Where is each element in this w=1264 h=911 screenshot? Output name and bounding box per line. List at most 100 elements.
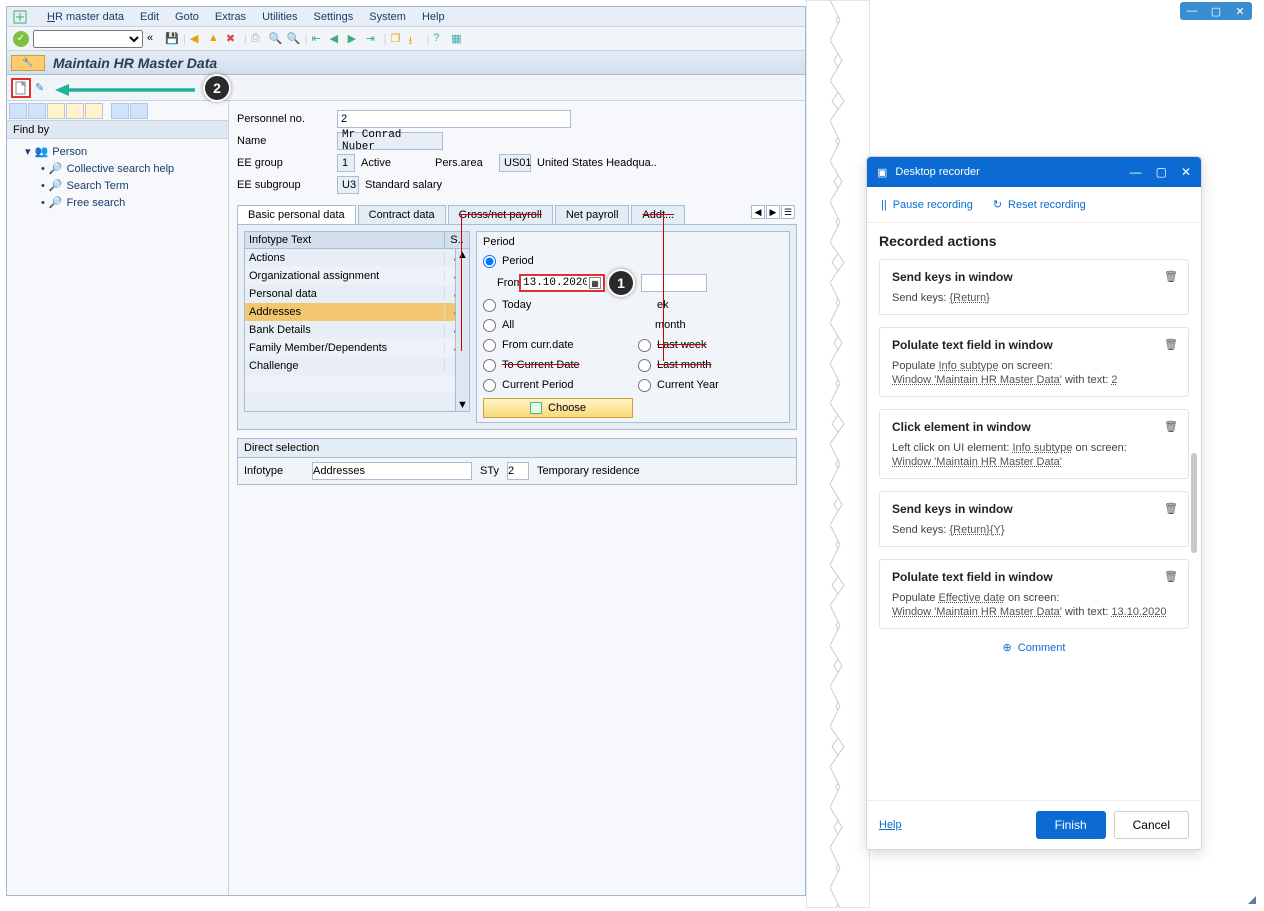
tab-basic[interactable]: Basic personal data (237, 205, 356, 224)
tab-list-icon[interactable]: ☰ (781, 205, 795, 219)
tab-left-icon[interactable]: ◀ (751, 205, 765, 219)
table-row[interactable]: Challenge (245, 357, 469, 375)
print-icon[interactable]: ⎙ (251, 32, 265, 46)
radio-period[interactable] (483, 255, 496, 268)
shortcut-icon[interactable]: ⭳ (408, 32, 422, 46)
command-field[interactable] (33, 30, 143, 48)
fav2-icon[interactable] (66, 103, 84, 119)
newwin-icon[interactable]: ❐ (390, 32, 404, 46)
first-icon[interactable]: ⇤ (312, 32, 326, 46)
menu-help[interactable]: Help (422, 11, 445, 23)
trash-icon[interactable]: 🗑 (1164, 420, 1178, 433)
radio-currperiod[interactable] (483, 379, 496, 392)
prev-icon[interactable]: ◀ (330, 32, 344, 46)
table-row[interactable]: Actions✓ (245, 249, 469, 267)
tree-item-searchterm[interactable]: • 🔎 Search Term (13, 177, 222, 194)
calendar-icon[interactable]: ▦ (589, 277, 601, 289)
input-infotype[interactable] (312, 462, 472, 480)
tree-item-freesearch[interactable]: • 🔎 Free search (13, 194, 222, 211)
action-card[interactable]: Polulate text field in window 🗑 Populate… (879, 559, 1189, 629)
trash-icon[interactable]: 🗑 (1164, 338, 1178, 351)
tab-net[interactable]: Net payroll (555, 205, 630, 224)
resize-grip-icon[interactable] (1248, 896, 1256, 904)
menu-extras[interactable]: Extras (215, 11, 246, 23)
table-row-selected[interactable]: Addresses✓ (245, 303, 469, 321)
scroll-up-icon[interactable]: ▲ (457, 249, 468, 261)
layout-icon[interactable]: ▦ (451, 32, 465, 46)
scrollbar[interactable]: ▲▼ (455, 249, 469, 411)
tab-right-icon[interactable]: ▶ (766, 205, 780, 219)
next-icon[interactable]: ▶ (348, 32, 362, 46)
add-comment-button[interactable]: ⊕Comment (879, 641, 1189, 654)
close-icon[interactable]: ✕ (1181, 165, 1191, 179)
enter-icon[interactable]: ✓ (13, 31, 29, 47)
maximize-icon[interactable]: ▢ (1156, 165, 1167, 179)
nav-right-icon[interactable] (28, 103, 46, 119)
help-icon[interactable]: ? (433, 32, 447, 46)
menu-settings[interactable]: Settings (314, 11, 354, 23)
table-row[interactable]: Bank Details✓ (245, 321, 469, 339)
table-row[interactable]: Family Member/Dependents✓ (245, 339, 469, 357)
pause-button[interactable]: ||Pause recording (881, 199, 973, 211)
radio-lastmonth[interactable] (638, 359, 651, 372)
fav3-icon[interactable] (85, 103, 103, 119)
scroll-thumb[interactable] (1191, 453, 1197, 553)
trash-icon[interactable]: 🗑 (1164, 502, 1178, 515)
reset-button[interactable]: ↻Reset recording (993, 198, 1086, 211)
fav-icon[interactable] (47, 103, 65, 119)
minimize-icon[interactable]: — (1130, 165, 1142, 179)
scrollbar[interactable] (1191, 233, 1197, 799)
edit-icon[interactable]: ✎ (35, 81, 49, 95)
trash-icon[interactable]: 🗑 (1164, 570, 1178, 583)
cancel-icon[interactable]: ✖ (226, 32, 240, 46)
menu-goto[interactable]: Goto (175, 11, 199, 23)
table-row[interactable] (245, 393, 469, 411)
input-from-date[interactable] (523, 277, 587, 289)
menu-utilities[interactable]: Utilities (262, 11, 297, 23)
find-icon[interactable]: 🔍 (269, 32, 283, 46)
cancel-button[interactable]: Cancel (1114, 811, 1189, 839)
findnext-icon[interactable]: 🔍 (287, 32, 301, 46)
scroll-down-icon[interactable]: ▼ (457, 399, 468, 411)
tab-addt[interactable]: Addt... (631, 205, 685, 224)
last-icon[interactable]: ⇥ (366, 32, 380, 46)
menu-system[interactable]: System (369, 11, 406, 23)
action-card[interactable]: Click element in window 🗑 Left click on … (879, 409, 1189, 479)
input-persno[interactable] (337, 110, 571, 128)
tab-gross[interactable]: Gross/net payroll (448, 205, 553, 224)
nav-left-icon[interactable] (9, 103, 27, 119)
trash-icon[interactable]: 🗑 (1164, 270, 1178, 283)
collapse-icon[interactable] (111, 103, 129, 119)
maximize-icon[interactable]: ▢ (1208, 5, 1224, 18)
close-icon[interactable]: ✕ (1232, 5, 1248, 18)
radio-tocurrent[interactable] (483, 359, 496, 372)
radio-curr[interactable] (483, 339, 496, 352)
back-icon[interactable]: « (147, 32, 161, 46)
table-row[interactable]: Personal data✓ (245, 285, 469, 303)
save-icon[interactable]: 💾 (165, 32, 179, 46)
menu-hr[interactable]: HHR master dataR master data (47, 11, 124, 23)
input-to-date[interactable] (641, 274, 707, 292)
help-link[interactable]: Help (879, 819, 902, 831)
radio-lastweek[interactable] (638, 339, 651, 352)
expand-icon[interactable] (130, 103, 148, 119)
input-sty[interactable] (507, 462, 529, 480)
action-card[interactable]: Polulate text field in window 🗑 Populate… (879, 327, 1189, 397)
menu-edit[interactable]: Edit (140, 11, 159, 23)
up-icon[interactable]: ▲ (208, 32, 222, 46)
action-card[interactable]: Send keys in window 🗑 Send keys: {Return… (879, 491, 1189, 547)
tree-item-collective[interactable]: • 🔎 Collective search help (13, 160, 222, 177)
radio-all[interactable] (483, 319, 496, 332)
action-card[interactable]: Send keys in window 🗑 Send keys: {Return… (879, 259, 1189, 315)
choose-button[interactable]: Choose (483, 398, 633, 418)
radio-today[interactable] (483, 299, 496, 312)
radio-curryear[interactable] (638, 379, 651, 392)
finish-button[interactable]: Finish (1036, 811, 1106, 839)
table-row[interactable] (245, 375, 469, 393)
menu-icon[interactable] (13, 10, 27, 24)
back2-icon[interactable]: ◀ (190, 32, 204, 46)
minimize-icon[interactable]: — (1184, 5, 1200, 17)
tab-contract[interactable]: Contract data (358, 205, 446, 224)
create-button[interactable] (11, 78, 31, 98)
tree-person[interactable]: ▾ 👥 Person (13, 143, 222, 160)
